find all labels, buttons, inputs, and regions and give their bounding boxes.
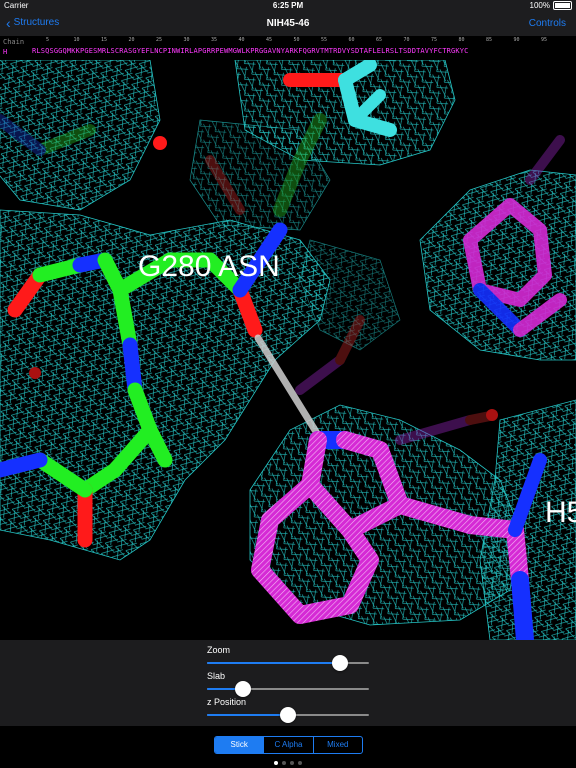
sequence-position-number: 75 [431,37,438,43]
z-position-slider[interactable] [207,707,369,723]
residue-label-asn: G280 ASN [138,250,280,283]
zoom-label: Zoom [207,645,231,655]
sequence-viewer[interactable]: Chain H 5 10 15 20 25 30 35 40 45 50 55 60 65 70 75 80 8… [0,36,576,60]
sequence-position-number: 50 [293,37,300,43]
zoom-slider-fill [207,662,340,664]
sequence-position-number: 55 [321,37,328,43]
sequence-position-number: 5 [46,37,50,43]
page-dot[interactable] [298,761,302,765]
display-mode-c-alpha[interactable]: C Alpha [264,737,314,753]
display-mode-control: Stick C Alpha Mixed [214,736,363,754]
sequence-position-number: 20 [128,37,135,43]
z-position-slider-thumb[interactable] [280,707,296,723]
molecule-viewer[interactable]: G280 ASN H5 [0,60,576,640]
status-time: 6:25 PM [272,1,304,10]
sequence-position-number: 70 [403,37,410,43]
page-dot[interactable] [290,761,294,765]
battery-indicator: 100% [530,1,572,10]
battery-icon [553,1,572,10]
sequence-position-number: 25 [156,37,163,43]
slab-slider-thumb[interactable] [234,681,251,697]
z-position-slider-fill [207,714,288,716]
sequence-position-number: 45 [266,37,273,43]
electron-density-mesh [0,60,576,640]
sequence-position-number: 15 [101,37,108,43]
zoom-slider[interactable] [207,655,369,671]
sequence-text[interactable]: RLSQSGGQMKKPGESMRLSCRASGYEFLNCPINWIRLAPG… [32,47,468,55]
page-indicator[interactable] [0,761,576,765]
molecule-render[interactable] [0,60,576,640]
sequence-position-number: 95 [541,37,548,43]
display-mode-mixed[interactable]: Mixed [314,737,362,753]
sequence-position-number: 10 [73,37,80,43]
controls-panel: Zoom Slab z Position [0,640,576,726]
sequence-position-ruler: 5 10 15 20 25 30 35 40 45 50 55 60 65 70 75 80 85 90 95 [40,37,570,45]
z-position-label: z Position [207,697,247,707]
sequence-position-number: 80 [458,37,465,43]
sequence-position-number: 30 [183,37,190,43]
bottom-panel: Stick C Alpha Mixed [0,726,576,768]
sequence-position-number: 85 [486,37,493,43]
sequence-position-number: 90 [513,37,520,43]
residue-label-h5: H5 [545,496,576,529]
sequence-position-number: 60 [348,37,355,43]
slab-label: Slab [207,671,226,681]
page-title: NIH45-46 [266,18,310,29]
display-mode-stick[interactable]: Stick [215,737,265,753]
battery-percent: 100% [529,1,550,10]
sequence-position-number: 40 [238,37,245,43]
controls-button[interactable]: Controls [529,18,566,29]
sequence-position-number: 35 [211,37,218,43]
sequence-position-number: 65 [376,37,383,43]
chain-header-label: Chain [3,38,25,46]
page-dot[interactable] [282,761,286,765]
chain-id: H [3,48,8,56]
slab-slider[interactable] [207,681,369,697]
zoom-slider-thumb[interactable] [331,655,348,671]
page-dot[interactable] [274,761,278,765]
status-bar: Carrier 6:25 PM 100% [0,0,576,12]
navigation-bar: ‹ Structures NIH45-46 Controls [0,12,576,36]
